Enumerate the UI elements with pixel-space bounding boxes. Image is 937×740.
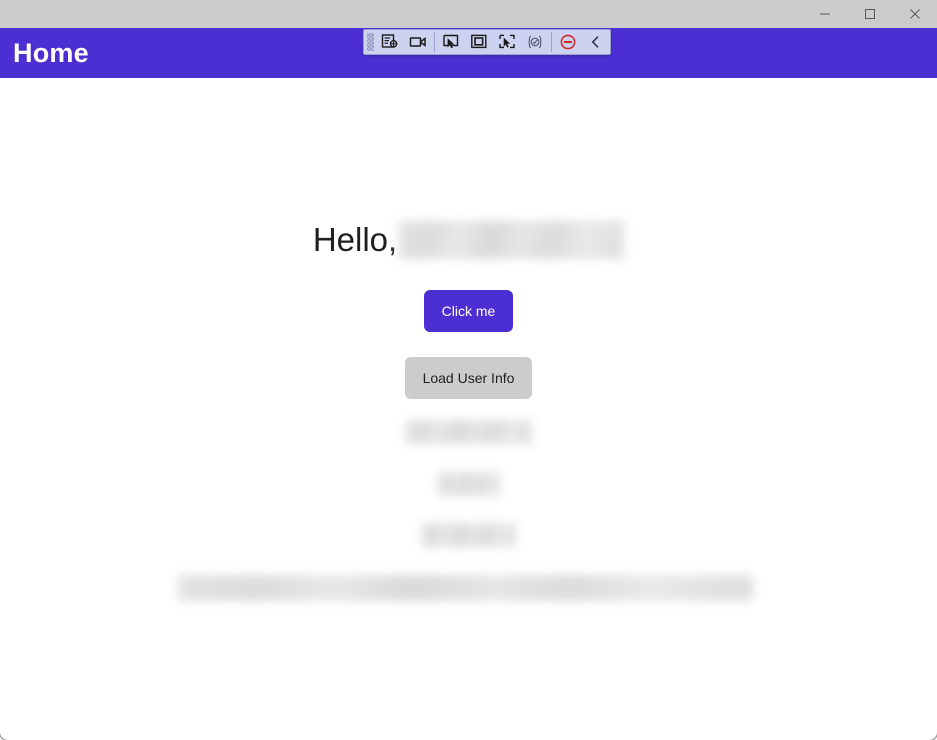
app-window: Home Hello, Click me Load User Info [0,0,937,740]
user-info-line-3-redacted [421,523,516,547]
toolbar-select-region-button[interactable] [465,30,493,54]
greeting-prefix-text: Hello, [312,221,398,258]
page-title: Home [13,37,89,68]
window-maximize-button[interactable] [847,0,892,28]
close-icon [909,8,921,20]
toolbar-collapse-button[interactable] [582,30,610,54]
maximize-icon [864,8,876,20]
video-camera-icon [409,33,427,51]
inspect-element-icon [381,33,399,51]
user-info-wide-block-redacted [178,575,753,601]
chevron-left-icon [587,33,605,51]
greeting-username-redacted [399,221,625,259]
drag-handle-grip-icon [367,33,374,51]
page-content: Hello, Click me Load User Info [0,78,937,740]
stop-circle-icon [559,33,577,51]
load-user-info-button[interactable]: Load User Info [404,357,533,399]
toolbar-stop-button[interactable] [554,30,582,54]
cursor-pointer-icon [442,33,460,51]
toolbar-inspect-target-button[interactable] [376,30,404,54]
greeting-heading: Hello, [0,218,937,262]
toolbar-record-button[interactable] [404,30,432,54]
click-me-button[interactable]: Click me [423,290,514,332]
user-info-line-1-redacted [405,420,532,444]
square-frame-icon [470,33,488,51]
window-close-button[interactable] [892,0,937,28]
toolbar-separator-2 [551,32,552,52]
primary-button-row: Click me [0,290,937,332]
toolbar-pick-element-button[interactable] [437,30,465,54]
window-titlebar [0,0,937,28]
minimize-icon [819,8,831,20]
titlebar-drag-region[interactable] [0,0,802,28]
toolbar-drag-handle[interactable] [365,31,376,53]
check-circle-icon [526,33,544,51]
user-info-placeholder-stack [0,420,937,547]
secondary-button-row: Load User Info [0,357,937,399]
toolbar-pick-region-button[interactable] [493,30,521,54]
toolbar-separator-1 [434,32,435,52]
user-info-line-2-redacted [437,472,500,496]
window-minimize-button[interactable] [802,0,847,28]
toolbar-assert-button[interactable] [521,30,549,54]
automation-toolbar [363,29,611,55]
cursor-frame-icon [498,33,516,51]
